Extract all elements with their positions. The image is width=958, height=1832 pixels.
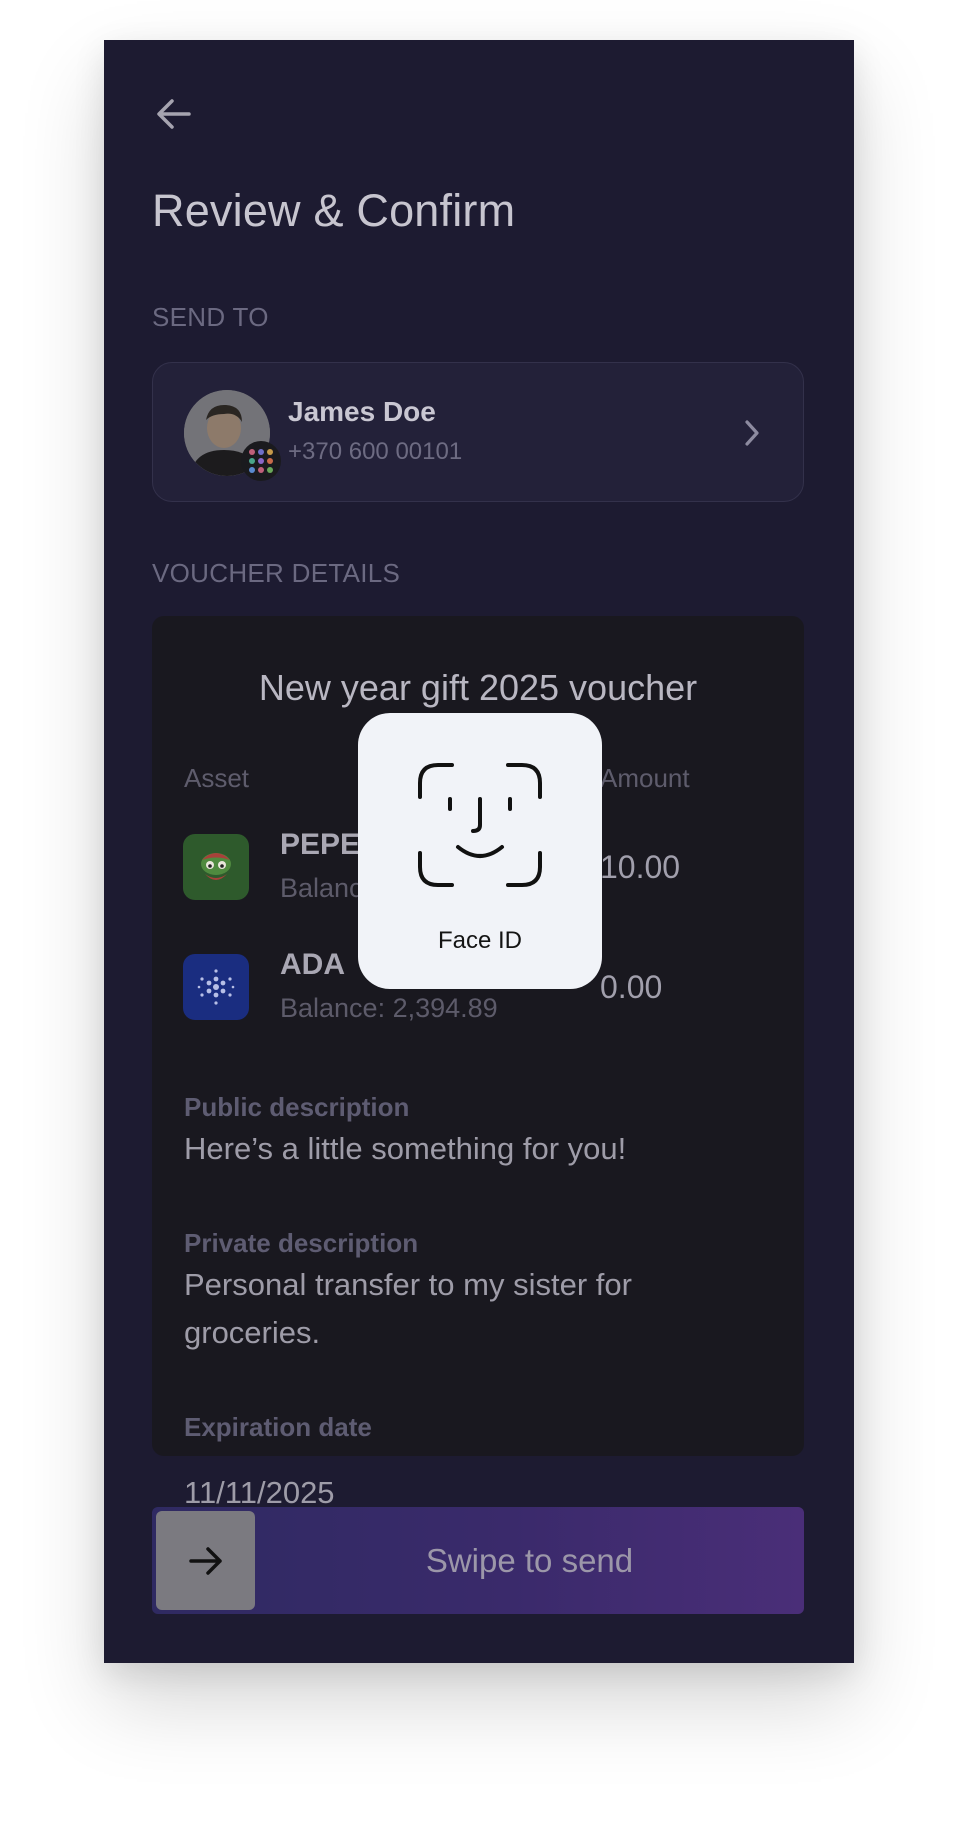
send-to-label: SEND TO: [152, 302, 269, 332]
asset-symbol: ADA: [280, 948, 345, 981]
swipe-handle[interactable]: [156, 1511, 255, 1610]
asset-balance: Balanc: [280, 873, 363, 903]
app-grid-badge-icon: [241, 441, 281, 481]
recipient-name: James Doe: [288, 396, 436, 427]
asset-symbol: PEPE: [280, 828, 361, 861]
asset-balance: Balance: 2,394.89: [280, 993, 498, 1023]
private-description: Personal transfer to my sister for groce…: [184, 1267, 632, 1350]
asset-amount: 10.00: [600, 849, 681, 885]
public-description-label: Public description: [184, 1092, 410, 1122]
amount-column-header: Amount: [600, 763, 690, 793]
voucher-details-label: VOUCHER DETAILS: [152, 558, 401, 588]
recipient-card[interactable]: James Doe +370 600 00101: [152, 362, 804, 502]
asset-column-header: Asset: [184, 763, 250, 793]
face-id-dialog: Face ID: [358, 713, 602, 989]
face-id-icon: [418, 763, 542, 887]
page-title: Review & Confirm: [152, 185, 516, 236]
voucher-title: New year gift 2025 voucher: [258, 667, 698, 708]
arrow-right-icon: [188, 1546, 222, 1575]
swipe-label: Swipe to send: [425, 1541, 634, 1579]
cardano-icon: [183, 954, 249, 1020]
public-description: Here’s a little something for you!: [184, 1131, 627, 1166]
asset-amount: 0.00: [600, 969, 663, 1005]
chevron-right-icon: [745, 420, 759, 446]
pepe-frog-icon: [183, 834, 249, 900]
swipe-to-send-slider[interactable]: Swipe to send: [152, 1507, 804, 1614]
recipient-phone: +370 600 00101: [288, 438, 463, 465]
private-description-label: Private description: [184, 1228, 419, 1258]
face-id-label: Face ID: [437, 927, 523, 954]
arrow-left-icon: [157, 99, 191, 129]
back-button[interactable]: [152, 92, 196, 136]
expiration-date-label: Expiration date: [184, 1412, 372, 1442]
